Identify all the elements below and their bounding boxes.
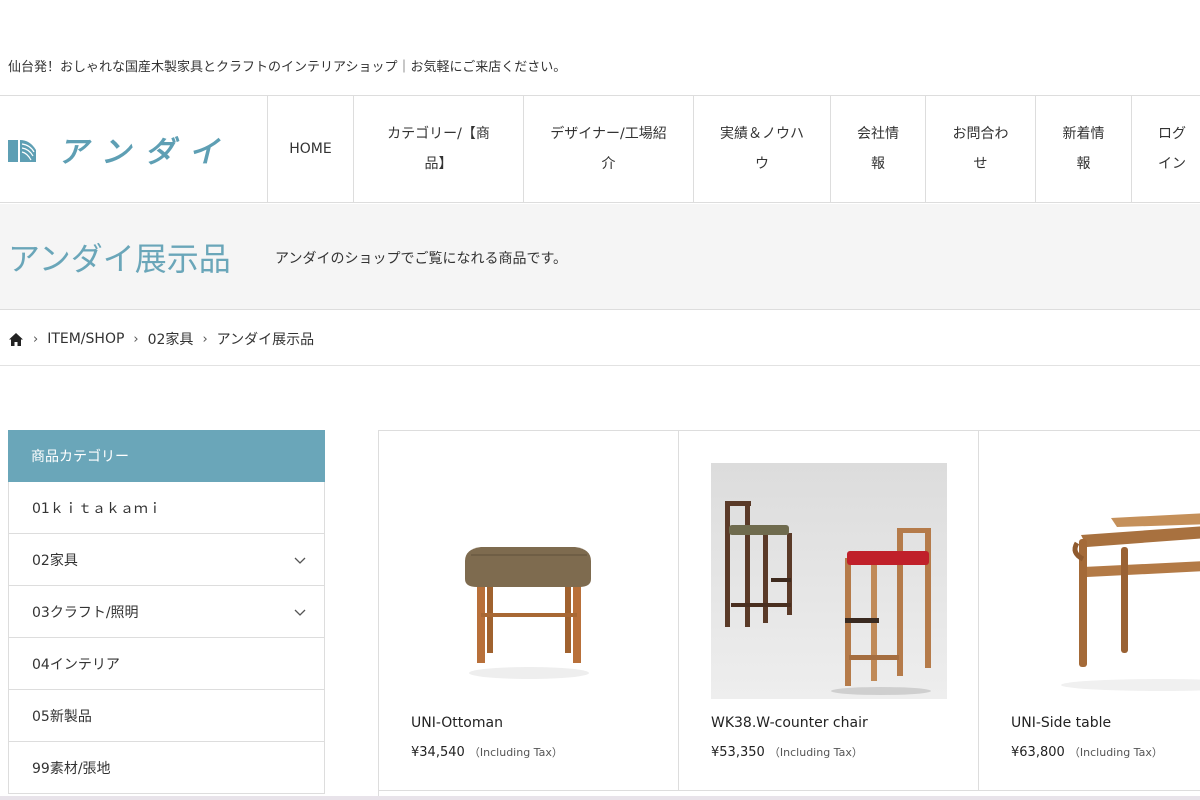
- chevron-down-icon[interactable]: [294, 606, 306, 618]
- chevron-right-icon: ›: [202, 331, 208, 347]
- product-card[interactable]: WK38.W-counter chair ¥53,350 （Including …: [679, 431, 979, 791]
- price-value: ¥53,350: [711, 745, 765, 760]
- tax-note: （Including Tax）: [1068, 746, 1163, 759]
- nav-label: お問合わせ: [952, 126, 1009, 172]
- product-image[interactable]: [411, 463, 647, 699]
- nav-label: カテゴリー/【商品】: [387, 126, 490, 172]
- product-card[interactable]: UNI-Side table ¥63,800 （Including Tax）: [979, 431, 1200, 791]
- sidebar-item-label: 99素材/張地: [32, 760, 111, 777]
- sidebar-item-craft[interactable]: 03クラフト/照明: [8, 586, 325, 638]
- nav-home[interactable]: HOME: [267, 96, 353, 202]
- category-sidebar: 商品カテゴリー 01ｋｉｔａｋａｍｉ 02家具 03クラフト/照明 04インテリ…: [8, 430, 325, 794]
- product-price: ¥53,350 （Including Tax）: [711, 744, 863, 760]
- nav-designer[interactable]: デザイナー/工場紹介: [523, 96, 693, 202]
- sidebar-item-kitakami[interactable]: 01ｋｉｔａｋａｍｉ: [8, 482, 325, 534]
- nav-label: ログイン: [1158, 126, 1186, 172]
- nav-label: デザイナー/工場紹介: [550, 126, 667, 172]
- product-price: ¥63,800 （Including Tax）: [1011, 744, 1163, 760]
- nav-works[interactable]: 実績＆ノウハウ: [693, 96, 830, 202]
- logo-text: アンダイ: [58, 135, 233, 170]
- nav-category[interactable]: カテゴリー/【商品】: [353, 96, 523, 202]
- tax-note: （Including Tax）: [768, 746, 863, 759]
- product-price: ¥34,540 （Including Tax）: [411, 744, 563, 760]
- product-image[interactable]: [711, 463, 947, 699]
- nav-label: 実績＆ノウハウ: [720, 126, 804, 172]
- page-title: アンダイ展示品: [8, 240, 231, 278]
- nav-contact[interactable]: お問合わせ: [925, 96, 1035, 202]
- sidebar-item-label: 04インテリア: [32, 656, 120, 673]
- bottom-edge: [0, 796, 1200, 800]
- sidebar-item-material[interactable]: 99素材/張地: [8, 742, 325, 794]
- product-grid: UNI-Ottoman ¥34,540 （Including Tax） WK38…: [378, 430, 1200, 800]
- breadcrumb: › ITEM/SHOP › 02家具 › アンダイ展示品: [8, 329, 314, 349]
- product-name[interactable]: UNI-Ottoman: [411, 715, 503, 731]
- sidebar-item-label: 05新製品: [32, 708, 92, 725]
- sidebar-item-label: 02家具: [32, 552, 78, 569]
- price-value: ¥34,540: [411, 745, 465, 760]
- divider: [0, 365, 1200, 366]
- chevron-down-icon[interactable]: [294, 554, 306, 566]
- breadcrumb-current: アンダイ展示品: [216, 332, 315, 348]
- nav-login[interactable]: ログイン: [1131, 96, 1200, 202]
- sidebar-item-new[interactable]: 05新製品: [8, 690, 325, 742]
- breadcrumb-item[interactable]: 02家具: [148, 329, 194, 349]
- sidebar-item-interior[interactable]: 04インテリア: [8, 638, 325, 690]
- nav-label: HOME: [289, 141, 332, 157]
- page-description: アンダイのショップでご覧になれる商品です。: [275, 251, 568, 267]
- chevron-right-icon: ›: [133, 331, 139, 347]
- site-header: アンダイ HOME カテゴリー/【商品】 デザイナー/工場紹介 実績＆ノウハウ …: [0, 95, 1200, 203]
- sidebar-item-label: 03クラフト/照明: [32, 604, 139, 621]
- product-card[interactable]: UNI-Ottoman ¥34,540 （Including Tax）: [379, 431, 679, 791]
- tax-note: （Including Tax）: [468, 746, 563, 759]
- logo-mark-icon: [8, 140, 36, 162]
- product-image[interactable]: [1011, 463, 1200, 699]
- site-logo[interactable]: アンダイ: [8, 134, 233, 170]
- chevron-right-icon: ›: [33, 331, 39, 347]
- nav-label: 新着情報: [1062, 126, 1105, 172]
- site-tagline: 仙台発！おしゃれな国産木製家具とクラフトのインテリアショップ｜お気軽にご来店くだ…: [8, 60, 567, 75]
- price-value: ¥63,800: [1011, 745, 1065, 760]
- home-icon[interactable]: [8, 332, 24, 347]
- nav-label: 会社情報: [857, 126, 899, 172]
- breadcrumb-item[interactable]: ITEM/SHOP: [47, 331, 124, 347]
- page-hero: アンダイ展示品 アンダイのショップでご覧になれる商品です。: [0, 204, 1200, 310]
- product-name[interactable]: UNI-Side table: [1011, 715, 1111, 731]
- sidebar-item-label: 01ｋｉｔａｋａｍｉ: [32, 500, 162, 517]
- nav-company[interactable]: 会社情報: [830, 96, 925, 202]
- sidebar-heading: 商品カテゴリー: [8, 430, 325, 482]
- sidebar-item-furniture[interactable]: 02家具: [8, 534, 325, 586]
- nav-news[interactable]: 新着情報: [1035, 96, 1131, 202]
- product-name[interactable]: WK38.W-counter chair: [711, 715, 868, 731]
